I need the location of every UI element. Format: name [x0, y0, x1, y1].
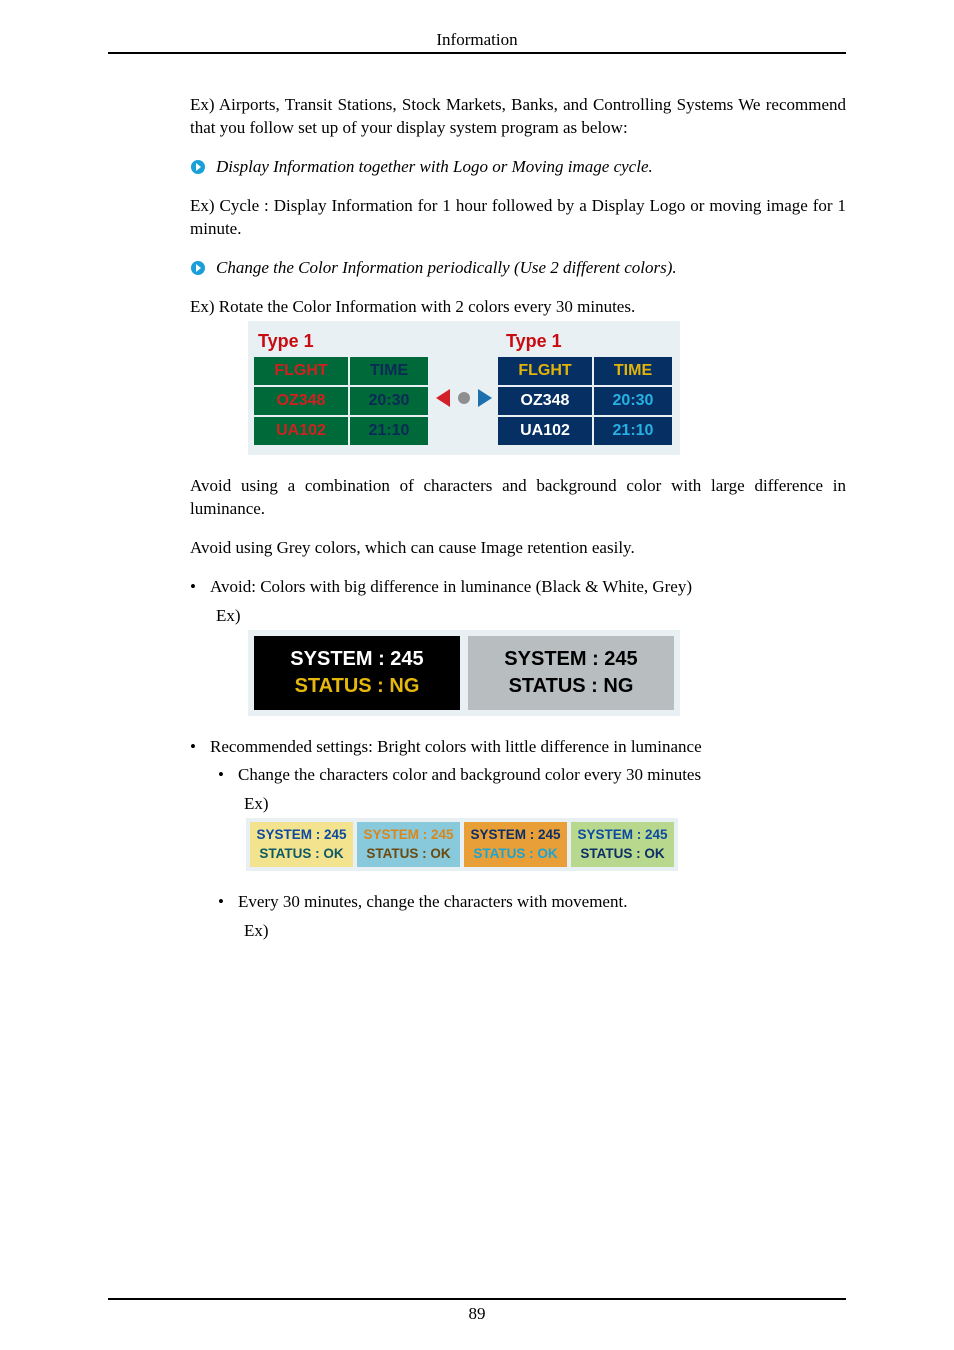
panel-line: STATUS : NG [254, 673, 460, 700]
table-header: TIME [349, 357, 429, 386]
example-label: Ex) [216, 605, 846, 628]
panel-line: SYSTEM : 245 [250, 826, 353, 844]
arrow-bullet: Display Information together with Logo o… [190, 156, 846, 179]
paragraph: Avoid using a combination of characters … [190, 475, 846, 521]
swap-arrows-icon [430, 384, 498, 419]
bullet-text: Change the Color Information periodicall… [216, 257, 677, 280]
page-footer: 89 [108, 1298, 846, 1324]
table-cell: 21:10 [349, 416, 429, 446]
table-header: FLGHT [498, 357, 593, 386]
table-cell: UA102 [498, 416, 593, 446]
type-label: Type 1 [254, 325, 430, 357]
table-header: FLGHT [254, 357, 349, 386]
figure-recommended-colors: SYSTEM : 245 STATUS : OK SYSTEM : 245 ST… [246, 818, 678, 870]
example-label: Ex) [244, 793, 846, 816]
list-text: Change the characters color and backgrou… [238, 764, 846, 787]
color-panel: SYSTEM : 245 STATUS : OK [250, 822, 353, 866]
bullet-dot-icon: • [190, 736, 210, 759]
table-cell: 20:30 [593, 386, 673, 416]
list-text: Recommended settings: Bright colors with… [210, 736, 846, 759]
panel-line: STATUS : OK [464, 845, 567, 863]
panel-line: STATUS : OK [357, 845, 460, 863]
example-label: Ex) [244, 920, 846, 943]
panel-line: SYSTEM : 245 [464, 826, 567, 844]
header-rule [108, 52, 846, 54]
panel-line: STATUS : NG [468, 673, 674, 700]
panel-line: STATUS : OK [571, 845, 674, 863]
figure-avoid-luminance: SYSTEM : 245 STATUS : NG SYSTEM : 245 ST… [248, 630, 680, 716]
bullet-text: Display Information together with Logo o… [216, 156, 653, 179]
list-item: • Change the characters color and backgr… [218, 764, 846, 787]
panel-line: SYSTEM : 245 [571, 826, 674, 844]
arrow-right-circle-icon [190, 260, 206, 276]
table-cell: OZ348 [254, 386, 349, 416]
list-text: Every 30 minutes, change the characters … [238, 891, 846, 914]
arrow-right-circle-icon [190, 159, 206, 175]
page-content: Ex) Airports, Transit Stations, Stock Ma… [190, 94, 846, 943]
bullet-dot-icon: • [218, 764, 238, 787]
page-header-title: Information [108, 30, 846, 52]
table-cell: 21:10 [593, 416, 673, 446]
flight-table-right: FLGHT TIME OZ348 20:30 UA102 21:10 [498, 357, 674, 447]
footer-rule [108, 1298, 846, 1300]
table-cell: 20:30 [349, 386, 429, 416]
list-item: • Avoid: Colors with big difference in l… [190, 576, 846, 599]
color-panel: SYSTEM : 245 STATUS : OK [464, 822, 567, 866]
page-number: 89 [108, 1304, 846, 1324]
table-cell: UA102 [254, 416, 349, 446]
paragraph: Ex) Rotate the Color Information with 2 … [190, 296, 846, 319]
paragraph: Ex) Cycle : Display Information for 1 ho… [190, 195, 846, 241]
panel-line: SYSTEM : 245 [357, 826, 460, 844]
panel-line: STATUS : OK [250, 845, 353, 863]
color-panel: SYSTEM : 245 STATUS : OK [357, 822, 460, 866]
example-panel-dark: SYSTEM : 245 STATUS : NG [254, 636, 460, 710]
arrow-bullet: Change the Color Information periodicall… [190, 257, 846, 280]
list-item: • Every 30 minutes, change the character… [218, 891, 846, 914]
figure-color-rotation: Type 1 Type 1 FLGHT TIME OZ348 20:30 UA1… [248, 321, 680, 455]
example-panel-grey: SYSTEM : 245 STATUS : NG [468, 636, 674, 710]
table-cell: OZ348 [498, 386, 593, 416]
table-header: TIME [593, 357, 673, 386]
bullet-dot-icon: • [218, 891, 238, 914]
panel-line: SYSTEM : 245 [468, 646, 674, 673]
list-item: • Recommended settings: Bright colors wi… [190, 736, 846, 759]
color-panel: SYSTEM : 245 STATUS : OK [571, 822, 674, 866]
paragraph: Avoid using Grey colors, which can cause… [190, 537, 846, 560]
bullet-dot-icon: • [190, 576, 210, 599]
panel-line: SYSTEM : 245 [254, 646, 460, 673]
list-text: Avoid: Colors with big difference in lum… [210, 576, 846, 599]
paragraph: Ex) Airports, Transit Stations, Stock Ma… [190, 94, 846, 140]
type-label: Type 1 [502, 325, 562, 357]
flight-table-left: FLGHT TIME OZ348 20:30 UA102 21:10 [254, 357, 430, 447]
